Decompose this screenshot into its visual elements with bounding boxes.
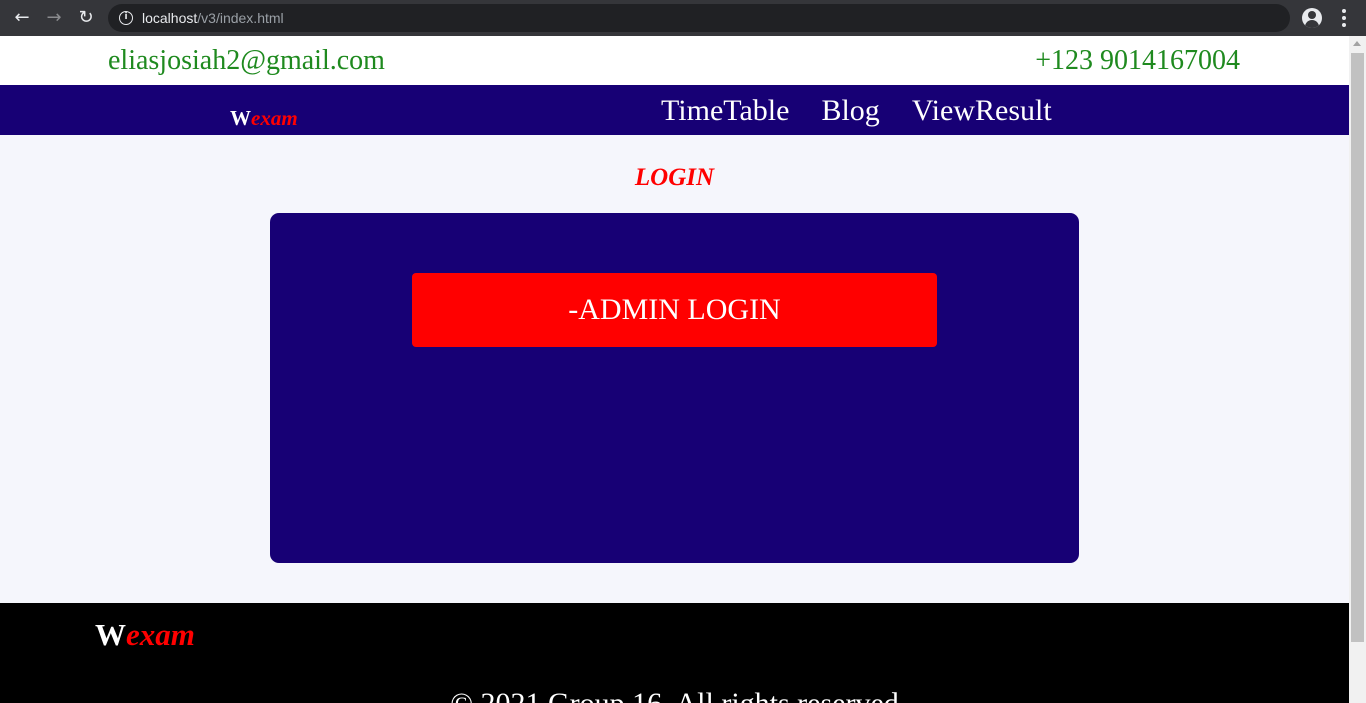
url-path: /v3/index.html [197, 10, 284, 26]
reload-icon[interactable]: ↻ [76, 8, 96, 28]
contact-bar: eliasjosiah2@gmail.com +123 9014167004 [0, 36, 1349, 85]
scroll-up-arrow-icon[interactable] [1353, 41, 1361, 46]
brand-logo[interactable]: Wexam [230, 105, 298, 131]
brand-initial: W [230, 106, 251, 130]
page-title: LOGIN [634, 164, 715, 191]
scroll-thumb[interactable] [1351, 53, 1364, 642]
footer-brand-logo: Wexam [95, 617, 195, 653]
footer-brand-name: exam [126, 617, 195, 652]
browser-toolbar: ← → ↻ i localhost/v3/index.html ☆ [0, 0, 1366, 36]
back-arrow-icon[interactable]: ← [12, 8, 32, 28]
profile-icon[interactable] [1302, 8, 1322, 28]
info-icon[interactable]: i [119, 11, 133, 25]
page-scrollbar[interactable] [1349, 36, 1366, 703]
menu-icon[interactable] [1336, 8, 1352, 28]
nav-links: TimeTable Blog ViewResult [661, 94, 1052, 128]
nav-link-timetable[interactable]: TimeTable [661, 94, 789, 128]
nav-link-blog[interactable]: Blog [821, 94, 879, 128]
nav-link-viewresult[interactable]: ViewResult [912, 94, 1052, 128]
forward-arrow-icon[interactable]: → [44, 8, 64, 28]
copyright-text: © 2021 Group 16. All rights reserved [0, 687, 1349, 703]
main-navbar: Wexam TimeTable Blog ViewResult [0, 85, 1349, 135]
brand-name: exam [251, 106, 298, 130]
footer-brand-initial: W [95, 617, 126, 652]
admin-login-button[interactable]: -ADMIN LOGIN [412, 273, 937, 347]
url-text: localhost/v3/index.html [142, 9, 284, 27]
address-bar[interactable]: i localhost/v3/index.html ☆ [108, 4, 1290, 32]
url-host: localhost [142, 10, 198, 26]
login-panel: -ADMIN LOGIN [270, 213, 1079, 563]
footer: Wexam © 2021 Group 16. All rights reserv… [0, 603, 1349, 703]
contact-phone: +123 9014167004 [1035, 45, 1240, 76]
contact-email: eliasjosiah2@gmail.com [108, 45, 385, 76]
